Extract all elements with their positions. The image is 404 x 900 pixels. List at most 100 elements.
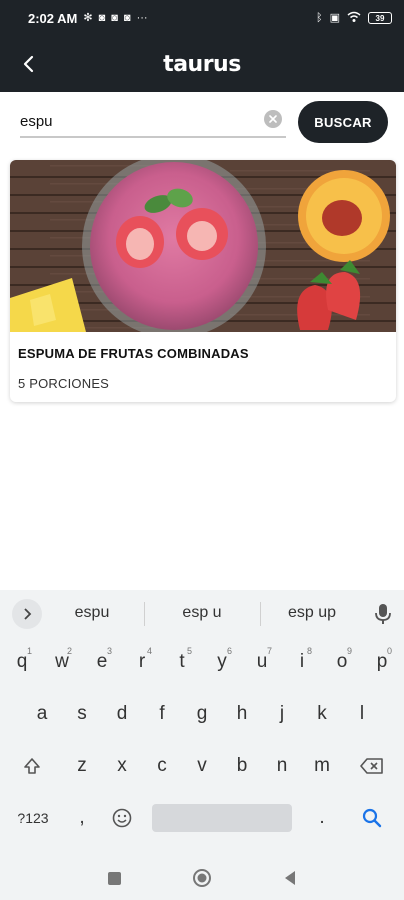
discord-icon: ◙ (123, 11, 131, 24)
key-v[interactable]: v (184, 744, 220, 788)
key-i[interactable]: i8 (284, 640, 320, 684)
status-right: ᛒ ▣ 39 (316, 11, 392, 26)
key-d[interactable]: d (104, 692, 140, 736)
key-m[interactable]: m (304, 744, 340, 788)
search-input[interactable] (20, 108, 256, 134)
key-number: 8 (306, 646, 312, 656)
key-c[interactable]: c (144, 744, 180, 788)
key-number: 2 (66, 646, 72, 656)
emoji-icon (112, 808, 132, 828)
key-n[interactable]: n (264, 744, 300, 788)
key-number: 9 (346, 646, 352, 656)
key-label: p (376, 651, 388, 672)
key-label: y (217, 651, 227, 672)
key-e[interactable]: e3 (84, 640, 120, 684)
key-label: t (179, 651, 185, 672)
suggestion-3[interactable]: esp up (280, 604, 344, 622)
taurus-logo: taurus (163, 51, 241, 77)
discord-icon: ◙ (98, 11, 106, 24)
key-p[interactable]: p0 (364, 640, 400, 684)
key-l[interactable]: l (344, 692, 380, 736)
suggestion-2[interactable]: esp u (174, 604, 230, 622)
key-u[interactable]: u7 (244, 640, 280, 684)
suggestion-expand-button[interactable] (12, 599, 42, 629)
search-button[interactable]: BUSCAR (298, 101, 388, 143)
key-number: 5 (186, 646, 192, 656)
microphone-icon[interactable] (374, 603, 392, 625)
key-h[interactable]: h (224, 692, 260, 736)
space-key[interactable] (152, 804, 292, 832)
symbols-key[interactable]: ?123 (10, 796, 56, 840)
key-q[interactable]: q1 (4, 640, 40, 684)
key-label: q (16, 651, 28, 672)
key-a[interactable]: a (24, 692, 60, 736)
battery-icon: 39 (368, 12, 392, 24)
shift-key[interactable] (14, 744, 50, 788)
bluetooth-icon: ᛒ (315, 11, 323, 24)
sim-icon: ▣ (329, 11, 340, 24)
recents-button[interactable] (104, 868, 124, 888)
status-bar: 2:02 AM ✻ ◙ ◙ ◙ ··· ᛒ ▣ 39 (0, 0, 404, 36)
key-x[interactable]: x (104, 744, 140, 788)
backspace-key[interactable] (354, 744, 390, 788)
emoji-key[interactable] (104, 796, 140, 840)
key-label: i (299, 651, 305, 672)
key-number: 6 (226, 646, 232, 656)
key-t[interactable]: t5 (164, 640, 200, 684)
key-b[interactable]: b (224, 744, 260, 788)
key-number: 3 (106, 646, 112, 656)
suggestion-divider (260, 602, 261, 626)
key-w[interactable]: w2 (44, 640, 80, 684)
backspace-icon (360, 758, 383, 774)
square-icon (107, 871, 121, 885)
clear-button[interactable] (264, 110, 282, 128)
discord-icon: ◙ (111, 11, 118, 24)
key-j[interactable]: j (264, 692, 300, 736)
app-bar: taurus (0, 36, 404, 92)
more-icon: ··· (136, 11, 148, 24)
key-y[interactable]: y6 (204, 640, 240, 684)
suggestion-1[interactable]: espu (70, 604, 114, 622)
key-number: 4 (146, 646, 152, 656)
key-k[interactable]: k (304, 692, 340, 736)
navigation-bar (0, 854, 404, 900)
key-s[interactable]: s (64, 692, 100, 736)
key-z[interactable]: z (64, 744, 100, 788)
back-triangle-icon (285, 871, 295, 885)
home-button[interactable] (192, 868, 212, 888)
status-left: 2:02 AM ✻ ◙ ◙ ◙ ··· (28, 11, 148, 26)
chevron-left-icon (23, 55, 34, 73)
search-icon (362, 808, 382, 828)
chevron-right-icon (24, 608, 32, 620)
back-nav-button[interactable] (280, 868, 300, 888)
gear-icon: ✻ (83, 11, 93, 24)
key-g[interactable]: g (184, 692, 220, 736)
recipe-servings: 5 PORCIONES (18, 376, 110, 391)
key-r[interactable]: r4 (124, 640, 160, 684)
suggestion-divider (144, 602, 145, 626)
comma-key[interactable]: , (64, 796, 100, 840)
home-icon (193, 869, 211, 887)
shift-icon (24, 758, 40, 774)
key-number: 0 (386, 646, 392, 656)
key-label: r (138, 651, 146, 672)
search-key[interactable] (354, 796, 390, 840)
period-key[interactable]: . (304, 796, 340, 840)
status-time: 2:02 AM (28, 10, 78, 26)
key-f[interactable]: f (144, 692, 180, 736)
wifi-icon (347, 11, 361, 26)
recipe-image (10, 160, 396, 332)
clear-icon (269, 115, 277, 123)
search-field[interactable] (20, 104, 286, 138)
recipe-title: ESPUMA DE FRUTAS COMBINADAS (18, 346, 249, 361)
key-label: o (336, 651, 348, 672)
keyboard: espu esp u esp up q1 w2 e3 r4 t5 y6 u7 i… (0, 590, 404, 854)
key-number: 7 (266, 646, 272, 656)
key-number: 1 (26, 646, 32, 656)
suggestion-row: espu esp u esp up (0, 590, 404, 638)
back-button[interactable] (12, 48, 44, 80)
key-label: u (256, 651, 268, 672)
recipe-card[interactable]: ESPUMA DE FRUTAS COMBINADAS 5 PORCIONES (10, 160, 396, 402)
key-o[interactable]: o9 (324, 640, 360, 684)
key-label: e (96, 651, 108, 672)
